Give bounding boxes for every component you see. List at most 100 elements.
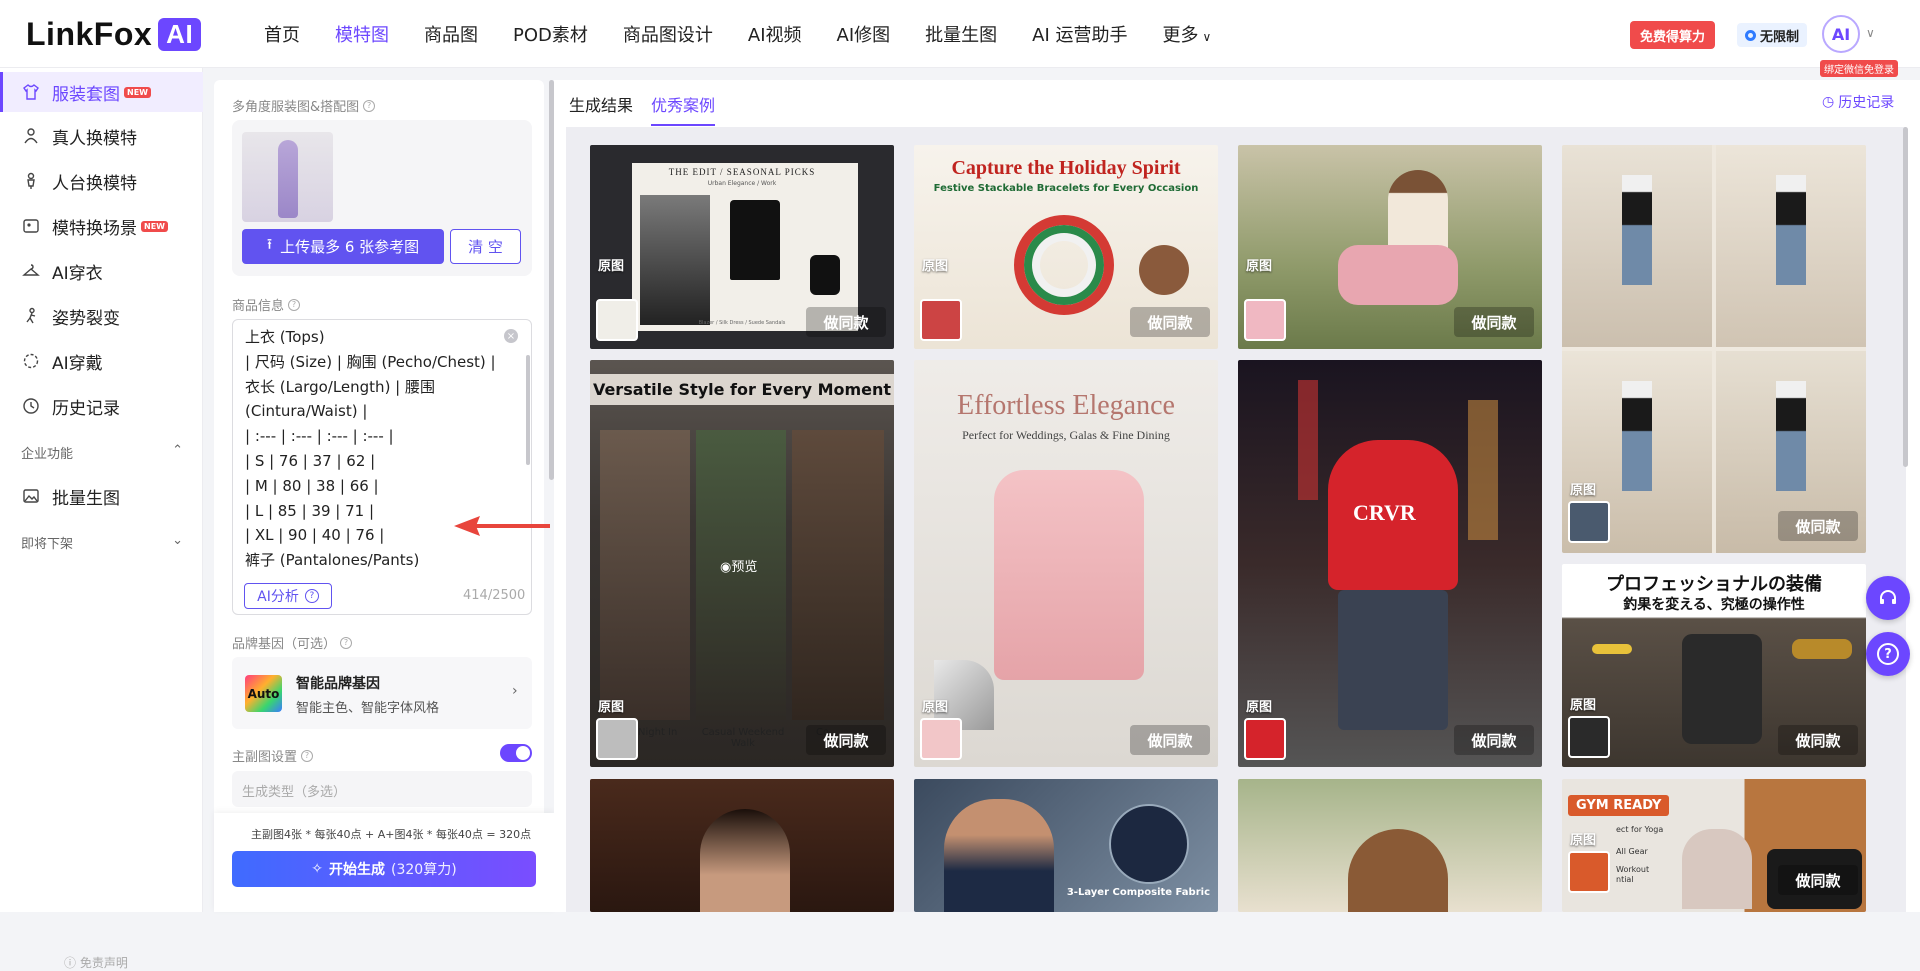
showcase-card[interactable]	[590, 779, 894, 912]
nav-item-model[interactable]: 模特图	[335, 21, 389, 47]
chevron-right-icon[interactable]: ›	[512, 683, 518, 699]
app-logo[interactable]: LinkFox AI	[26, 16, 202, 53]
showcase-card[interactable]: プロフェッショナルの装備 釣果を変える、究極の操作性 原图 做同款	[1562, 564, 1866, 767]
eye-icon: ◉	[720, 560, 732, 575]
soon-group-toggle[interactable]: 即将下架 ⌄	[21, 533, 183, 552]
upload-references-button[interactable]: ⭱ 上传最多 6 张参考图	[242, 229, 444, 264]
nav-item-home[interactable]: 首页	[264, 21, 300, 47]
showcase-card[interactable]: CRVR 原图 做同款	[1238, 360, 1542, 767]
make-same-button[interactable]: 做同款	[1778, 865, 1858, 895]
logo-text: LinkFox	[26, 16, 153, 52]
neon-sign	[1468, 400, 1498, 540]
nav-item-ai-video[interactable]: AI视频	[748, 21, 802, 47]
preview-label[interactable]: ◉预览	[720, 556, 757, 575]
start-generate-button[interactable]: ✧ 开始生成 (320算力)	[232, 851, 536, 887]
generation-type-select[interactable]: 生成类型（多选）	[232, 771, 532, 807]
enterprise-group-toggle[interactable]: 企业功能 ⌃	[21, 443, 183, 462]
make-same-button[interactable]: 做同款	[806, 307, 886, 337]
showcase-card[interactable]	[1238, 779, 1542, 912]
card-caption: 3-Layer Composite Fabric	[1066, 887, 1210, 898]
showcase-card[interactable]: Versatile Style for Every Moment ◉预览 Nig…	[590, 360, 894, 767]
original-label: 原图	[1570, 698, 1597, 713]
original-thumbnail[interactable]	[1568, 716, 1610, 758]
sidebar-item-pose-variation[interactable]: 姿势裂变	[0, 296, 203, 336]
original-thumbnail[interactable]	[596, 718, 638, 760]
sidebar-item-batch[interactable]: 批量生图	[0, 476, 203, 516]
hanger-icon	[22, 262, 40, 280]
reference-thumbnail[interactable]	[242, 132, 333, 222]
nav-item-batch[interactable]: 批量生图	[925, 21, 997, 47]
nav-item-ops-assistant[interactable]: AI 运营助手	[1032, 21, 1127, 47]
tab-showcase[interactable]: 优秀案例	[651, 92, 716, 126]
make-same-button[interactable]: 做同款	[1130, 725, 1210, 755]
original-thumbnail[interactable]	[1568, 501, 1610, 543]
help-icon[interactable]: ?	[301, 749, 314, 762]
make-same-button[interactable]: 做同款	[1778, 725, 1858, 755]
nav-item-product-design[interactable]: 商品图设计	[623, 21, 713, 47]
person-swap-icon	[22, 127, 40, 145]
main-image-toggle[interactable]	[500, 744, 532, 762]
make-same-button[interactable]: 做同款	[806, 725, 886, 755]
showcase-card[interactable]: Effortless Elegance Perfect for Weddings…	[914, 360, 1218, 767]
original-thumbnail[interactable]	[1568, 851, 1610, 893]
card-title: Capture the Holiday Spirit	[951, 157, 1181, 179]
char-count: 414/2500	[463, 588, 526, 603]
question-icon: ?	[1877, 643, 1899, 665]
top-bar: LinkFox AI 首页 模特图 商品图 POD素材 商品图设计 AI视频 A…	[0, 0, 1920, 77]
sidebar-item-clothing-set[interactable]: 服装套图 NEW	[0, 72, 203, 112]
sidebar-item-real-model-swap[interactable]: 真人换模特	[0, 116, 203, 156]
bind-wechat-tip[interactable]: 绑定微信免登录	[1820, 60, 1898, 77]
section-label: 商品信息	[232, 299, 285, 314]
avatar[interactable]: AI	[1822, 15, 1860, 53]
help-float-button[interactable]: ?	[1866, 632, 1910, 676]
scene-panel	[600, 430, 690, 720]
showcase-card[interactable]: THE EDIT / SEASONAL PICKS Urban Elegance…	[590, 145, 894, 349]
ai-analyze-button[interactable]: AI分析?	[244, 583, 332, 609]
sidebar-item-scene-swap[interactable]: 模特换场景 NEW	[0, 206, 203, 246]
make-same-button[interactable]: 做同款	[1130, 307, 1210, 337]
headset-support-button[interactable]	[1866, 576, 1910, 620]
help-icon[interactable]: ?	[288, 298, 301, 311]
showcase-card[interactable]: 3-Layer Composite Fabric	[914, 779, 1218, 912]
original-thumbnail[interactable]	[920, 299, 962, 341]
help-icon[interactable]: ?	[363, 99, 376, 112]
sidebar-item-ai-wear[interactable]: AI穿戴	[0, 341, 203, 381]
help-icon[interactable]: ?	[340, 636, 353, 649]
original-label: 原图	[1570, 833, 1597, 848]
unlimited-badge[interactable]: 无限制	[1737, 23, 1808, 47]
portrait-figure	[700, 809, 790, 912]
nav-item-pod[interactable]: POD素材	[513, 21, 588, 47]
make-same-button[interactable]: 做同款	[1454, 307, 1534, 337]
disclaimer-link[interactable]: ⓘ 免责声明	[64, 954, 128, 971]
sidebar-item-history[interactable]: 历史记录	[0, 386, 203, 426]
make-same-button[interactable]: 做同款	[1778, 511, 1858, 541]
sidebar-item-mannequin-swap[interactable]: 人台换模特	[0, 161, 203, 201]
history-link[interactable]: ◷ 历史记录	[1822, 92, 1894, 112]
free-credits-button[interactable]: 免费得算力	[1630, 21, 1716, 49]
original-label: 原图	[922, 259, 949, 274]
gallery-scrollbar[interactable]	[1903, 127, 1908, 467]
nav-item-product[interactable]: 商品图	[424, 21, 478, 47]
clear-text-icon[interactable]: ×	[504, 329, 518, 343]
make-same-button[interactable]: 做同款	[1454, 725, 1534, 755]
disclaimer-label: 免责声明	[79, 956, 128, 970]
clear-button[interactable]: 清 空	[450, 229, 521, 264]
showcase-card[interactable]: 原图 做同款	[1238, 145, 1542, 349]
showcase-card[interactable]: GYM READY ect for Yoga All Gear Workout …	[1562, 779, 1866, 912]
tab-results[interactable]: 生成结果	[569, 92, 633, 126]
original-thumbnail[interactable]	[1244, 299, 1286, 341]
original-thumbnail[interactable]	[1244, 718, 1286, 760]
textarea-scrollbar[interactable]	[526, 355, 530, 465]
nav-item-more[interactable]: 更多 ∨	[1162, 21, 1211, 47]
original-thumbnail[interactable]	[920, 718, 962, 760]
original-thumbnail[interactable]	[596, 299, 638, 341]
chevron-down-icon[interactable]: ∨	[1866, 26, 1875, 40]
model-figure	[1776, 175, 1806, 285]
card-title: GYM READY	[1568, 795, 1670, 816]
showcase-card[interactable]: Capture the Holiday Spirit Festive Stack…	[914, 145, 1218, 349]
sidebar-item-ai-dress[interactable]: AI穿衣	[0, 251, 203, 291]
sweatshirt-logo: CRVR	[1353, 500, 1416, 525]
nav-item-ai-retouch[interactable]: AI修图	[837, 21, 891, 47]
showcase-card[interactable]: 原图 做同款	[1562, 145, 1866, 553]
card-line: Workout	[1616, 865, 1650, 874]
